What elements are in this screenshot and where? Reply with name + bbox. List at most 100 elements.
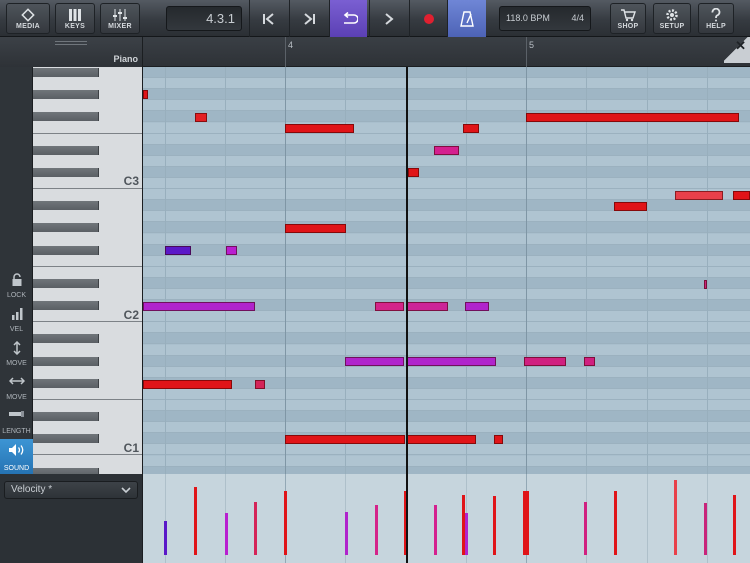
velocity-bar[interactable]	[465, 513, 468, 555]
midi-note[interactable]	[195, 113, 207, 122]
rewind-to-start-button[interactable]	[249, 0, 287, 37]
tempo-display[interactable]: 118.0 BPM 4/4	[499, 6, 591, 31]
midi-note[interactable]	[143, 90, 148, 99]
midi-note[interactable]	[526, 113, 739, 122]
record-button[interactable]	[409, 0, 447, 37]
mixer-button[interactable]: MIXER	[100, 3, 140, 34]
white-key[interactable]	[33, 345, 142, 356]
velocity-bar[interactable]	[194, 487, 197, 555]
black-key[interactable]	[33, 334, 99, 344]
velocity-bar[interactable]	[345, 512, 348, 555]
lock-tool[interactable]: LOCK	[0, 269, 33, 301]
midi-note[interactable]	[465, 302, 489, 311]
black-key[interactable]	[33, 223, 99, 233]
midi-note[interactable]	[285, 435, 405, 444]
velocity-bar[interactable]	[704, 503, 707, 555]
black-key[interactable]	[33, 378, 99, 388]
white-key[interactable]	[33, 400, 142, 411]
skip-forward-button[interactable]	[289, 0, 327, 37]
midi-note[interactable]	[255, 380, 265, 389]
midi-note[interactable]	[463, 124, 479, 133]
playhead[interactable]	[406, 67, 408, 474]
velocity-bar[interactable]	[225, 513, 228, 555]
white-key[interactable]	[33, 389, 142, 400]
white-key[interactable]	[33, 78, 142, 89]
velocity-bar[interactable]	[164, 521, 167, 555]
velocity-bar[interactable]	[584, 502, 587, 555]
white-key[interactable]	[33, 322, 142, 333]
loop-toggle[interactable]	[329, 0, 367, 37]
white-key[interactable]	[33, 100, 142, 111]
midi-note[interactable]	[524, 357, 566, 366]
black-key[interactable]	[33, 278, 99, 288]
white-key[interactable]	[33, 123, 142, 134]
midi-note[interactable]	[143, 302, 255, 311]
midi-note[interactable]	[494, 435, 503, 444]
white-key[interactable]	[33, 189, 142, 200]
timeline-ruler[interactable]: 4 5 ✕	[143, 37, 750, 67]
black-key[interactable]	[33, 356, 99, 366]
black-key[interactable]	[33, 145, 99, 155]
piano-keyboard[interactable]: C3 C2 C1	[33, 67, 143, 474]
midi-note[interactable]	[434, 146, 459, 155]
white-key[interactable]	[33, 256, 142, 267]
velocity-bar[interactable]	[733, 495, 736, 555]
black-key[interactable]	[33, 201, 99, 211]
velocity-bar[interactable]	[526, 491, 529, 555]
piano-roll-grid[interactable]	[143, 67, 750, 474]
midi-note[interactable]	[375, 302, 404, 311]
velocity-bar[interactable]	[254, 502, 257, 555]
white-key[interactable]	[33, 267, 142, 278]
black-key[interactable]	[33, 245, 99, 255]
shop-button[interactable]: SHOP	[610, 3, 646, 34]
velocity-bar[interactable]	[674, 480, 677, 555]
velocity-bar[interactable]	[375, 505, 378, 555]
setup-button[interactable]: SETUP	[653, 3, 691, 34]
metronome-toggle[interactable]	[447, 0, 486, 37]
length-tool[interactable]: LENGTH	[0, 405, 33, 437]
midi-note[interactable]	[285, 224, 346, 233]
velocity-bar[interactable]	[493, 496, 496, 555]
black-key[interactable]	[33, 434, 99, 444]
white-key[interactable]	[33, 234, 142, 245]
white-key[interactable]	[33, 456, 142, 467]
sound-tool[interactable]: SOUND	[0, 439, 33, 474]
midi-note[interactable]	[407, 435, 476, 444]
midi-note[interactable]	[704, 280, 707, 289]
black-key[interactable]	[33, 301, 99, 311]
midi-note[interactable]	[226, 246, 237, 255]
close-editor-button[interactable]: ✕	[724, 37, 750, 63]
midi-note[interactable]	[408, 168, 419, 177]
white-key[interactable]	[33, 289, 142, 300]
white-key[interactable]	[33, 156, 142, 167]
white-key[interactable]	[33, 367, 142, 378]
black-key[interactable]	[33, 167, 99, 177]
controller-type-select[interactable]: Velocity *	[4, 481, 138, 499]
white-key[interactable]	[33, 422, 142, 433]
position-display[interactable]: 4.3.1	[166, 6, 242, 31]
velocity-lane[interactable]	[143, 474, 750, 563]
resize-grip-icon[interactable]	[55, 41, 87, 45]
white-key[interactable]	[33, 211, 142, 222]
midi-note[interactable]	[614, 202, 647, 211]
midi-note[interactable]	[345, 357, 404, 366]
velocity-bar[interactable]	[614, 491, 617, 555]
midi-note[interactable]	[733, 191, 750, 200]
white-key[interactable]	[33, 134, 142, 145]
black-key[interactable]	[33, 68, 99, 77]
velocity-bar[interactable]	[434, 505, 437, 555]
move-vertical-tool[interactable]: MOVE	[0, 337, 33, 369]
black-key[interactable]	[33, 412, 99, 422]
black-key[interactable]	[33, 112, 99, 122]
midi-note[interactable]	[407, 357, 496, 366]
help-button[interactable]: HELP	[698, 3, 734, 34]
media-button[interactable]: MEDIA	[6, 3, 50, 34]
midi-note[interactable]	[285, 124, 354, 133]
midi-note[interactable]	[407, 302, 448, 311]
midi-note[interactable]	[143, 380, 232, 389]
black-key[interactable]	[33, 90, 99, 100]
play-button[interactable]	[369, 0, 407, 37]
midi-note[interactable]	[165, 246, 191, 255]
velocity-tool[interactable]: VEL	[0, 303, 33, 335]
move-horizontal-tool[interactable]: MOVE	[0, 371, 33, 403]
